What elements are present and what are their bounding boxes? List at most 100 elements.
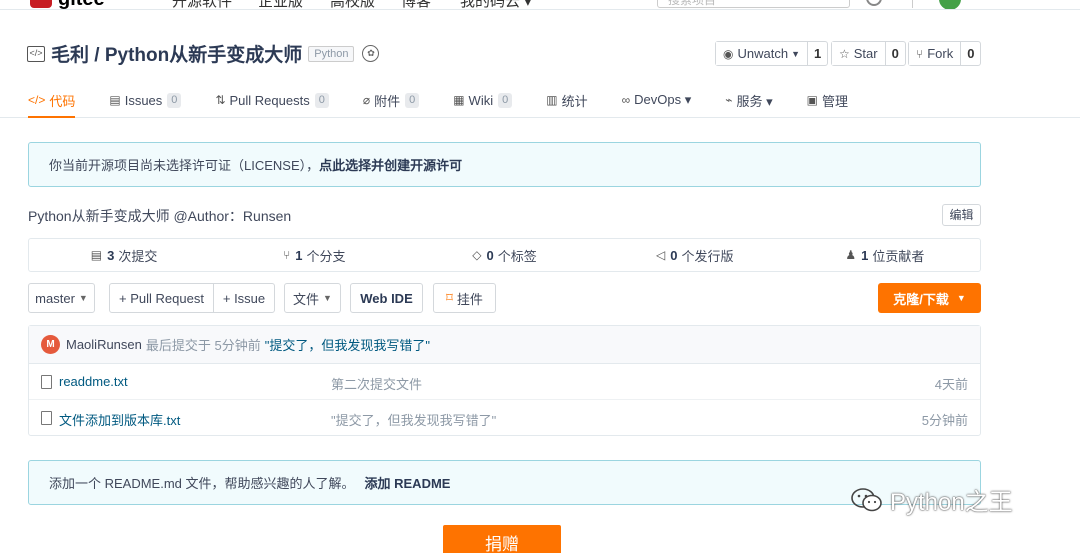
- watermark: Python之王: [850, 482, 1013, 517]
- tab-stats[interactable]: ▥ 统计: [546, 82, 587, 118]
- manage-icon: ▣: [806, 93, 818, 107]
- license-notice-text: 你当前开源项目尚未选择许可证（LICENSE），: [49, 158, 320, 173]
- contributors-count: 1: [861, 247, 869, 263]
- nav-item-my-gitee[interactable]: 我的码云 ▾: [460, 0, 532, 9]
- file-commit-message[interactable]: "提交了，但我发现我写错了": [331, 410, 496, 429]
- code-repo-icon: </>: [27, 45, 45, 62]
- star-label: Star: [853, 46, 878, 61]
- file-menu-button[interactable]: 文件 ▼: [284, 283, 341, 313]
- new-pull-request-button[interactable]: + Pull Request: [109, 283, 214, 313]
- nav-item-blog[interactable]: 博客: [401, 0, 431, 9]
- tab-count-badge: 0: [314, 92, 329, 108]
- star-icon: ☆: [839, 46, 850, 61]
- fork-button[interactable]: ⑂ Fork: [909, 42, 962, 65]
- branches-stat[interactable]: ⑂ 1 个分支: [219, 239, 409, 271]
- repo-stats-bar: ▤ 3 次提交 ⑂ 1 个分支 ◇ 0 个标签 ◁ 0 个发行版 ♟ 1 位贡献…: [28, 238, 981, 272]
- release-icon: ◁: [655, 248, 666, 262]
- latest-commit-row: M MaoliRunsen 最后提交于 5分钟前 "提交了，但我发现我写错了": [29, 326, 980, 364]
- unwatch-label: Unwatch: [737, 46, 789, 61]
- commits-stat[interactable]: ▤ 3 次提交: [29, 239, 219, 271]
- tab-services[interactable]: ⌁ 服务 ▾: [725, 82, 772, 118]
- fork-count[interactable]: 0: [961, 42, 980, 65]
- star-count[interactable]: 0: [886, 42, 905, 65]
- branch-select-label: master: [35, 290, 75, 306]
- tab-wiki[interactable]: ▦ Wiki 0: [453, 82, 513, 118]
- repo-name[interactable]: 毛利 / Python从新手变成大师: [51, 40, 302, 67]
- fork-label: Fork: [927, 46, 954, 61]
- issues-icon: ▤: [109, 93, 121, 107]
- bell-icon[interactable]: [866, 0, 882, 6]
- chevron-down-icon: ▼: [791, 48, 800, 59]
- tab-label: Pull Requests: [229, 92, 310, 108]
- file-name-link[interactable]: readdme.txt: [59, 374, 128, 389]
- gitee-logo-text[interactable]: gitee: [58, 0, 105, 9]
- contributors-stat[interactable]: ♟ 1 位贡献者: [790, 239, 980, 271]
- tab-manage[interactable]: ▣ 管理: [807, 82, 848, 118]
- tab-pull-requests[interactable]: ⇅ Pull Requests 0: [215, 82, 329, 118]
- language-badge[interactable]: Python: [308, 45, 355, 62]
- releases-stat[interactable]: ◁ 0 个发行版: [600, 239, 790, 271]
- pull-request-icon: ⇅: [215, 93, 226, 107]
- donate-button[interactable]: 捐赠: [443, 525, 561, 553]
- repo-tabs: </> 代码 ▤ Issues 0 ⇅ Pull Requests 0 ⌀ 附件…: [28, 82, 882, 118]
- unwatch-button[interactable]: ◉ Unwatch ▼: [716, 42, 808, 65]
- nav-item-education[interactable]: 高校版: [330, 0, 375, 9]
- fork-button-group: ⑂ Fork 0: [908, 41, 982, 66]
- readme-notice: 添加一个 README.md 文件，帮助感兴趣的人了解。 添加 README: [28, 460, 981, 505]
- watch-count[interactable]: 1: [808, 42, 827, 65]
- file-name-link[interactable]: 文件添加到版本库.txt: [59, 410, 180, 429]
- tag-icon: ◇: [472, 248, 482, 262]
- tab-label: 统计: [561, 93, 588, 109]
- chevron-down-icon: ▼: [78, 293, 88, 303]
- widget-button[interactable]: ⌑ 挂件: [433, 283, 496, 313]
- wechat-icon: [851, 487, 882, 511]
- add-readme-link[interactable]: 添加 README: [365, 473, 451, 492]
- web-ide-button[interactable]: Web IDE: [350, 283, 423, 313]
- file-icon: [41, 411, 52, 425]
- commit-message[interactable]: "提交了，但我发现我写错了": [265, 335, 430, 354]
- list-item: 文件添加到版本库.txt "提交了，但我发现我写错了" 5分钟前: [29, 400, 980, 436]
- tab-devops[interactable]: ∞ DevOps ▾: [622, 82, 692, 118]
- file-commit-message[interactable]: 第二次提交文件: [331, 374, 422, 393]
- tab-label: 代码: [49, 93, 76, 109]
- tab-attachments[interactable]: ⌀ 附件 0: [363, 82, 420, 118]
- file-commit-time: 4天前: [934, 377, 968, 392]
- commit-icon: ▤: [90, 248, 103, 262]
- tab-issues[interactable]: ▤ Issues 0: [109, 82, 182, 118]
- star-button[interactable]: ☆ Star: [832, 42, 886, 65]
- infinity-icon: ∞: [621, 93, 631, 107]
- branches-count: 1: [295, 247, 303, 263]
- new-issue-button[interactable]: + Issue: [213, 283, 275, 313]
- create-license-link[interactable]: 点此选择并创建开源许可: [319, 155, 462, 174]
- recommend-badge-icon[interactable]: ✿: [362, 45, 380, 62]
- branch-select[interactable]: master ▼: [28, 283, 95, 313]
- search-input[interactable]: 搜索项目: [657, 0, 850, 8]
- tab-label: 管理: [821, 93, 848, 109]
- avatar[interactable]: M: [41, 335, 60, 354]
- pulse-icon: ⌁: [725, 93, 733, 107]
- tab-code[interactable]: </> 代码: [28, 82, 76, 118]
- file-menu-label: 文件: [293, 291, 320, 307]
- tab-label: 服务 ▾: [736, 93, 773, 109]
- watermark-text: Python之王: [890, 489, 1013, 516]
- gitee-logo-icon[interactable]: [30, 0, 52, 8]
- search-placeholder: 搜索项目: [668, 0, 717, 7]
- wiki-icon: ▦: [453, 93, 465, 107]
- clone-download-label: 克隆/下载: [893, 291, 949, 307]
- clone-download-button[interactable]: 克隆/下载 ▼: [878, 283, 981, 313]
- tab-label: DevOps ▾: [634, 92, 692, 107]
- top-navbar: gitee 开源软件 企业版 高校版 博客 我的码云 ▾ 搜索项目: [0, 0, 1080, 10]
- repo-header: </> 毛利 / Python从新手变成大师 Python ✿ ◉ Unwatc…: [0, 10, 1080, 118]
- nav-item-opensource[interactable]: 开源软件: [172, 0, 232, 9]
- edit-description-button[interactable]: 编辑: [942, 204, 981, 226]
- user-avatar[interactable]: [939, 0, 961, 9]
- tab-label: Issues: [124, 92, 163, 108]
- commit-author[interactable]: MaoliRunsen: [66, 337, 142, 352]
- commit-meta: 最后提交于 5分钟前: [145, 338, 261, 353]
- code-icon: </>: [28, 93, 46, 107]
- tags-stat[interactable]: ◇ 0 个标签: [409, 239, 599, 271]
- contributors-label: 位贡献者: [872, 248, 925, 264]
- divider: [912, 0, 913, 8]
- tags-label: 个标签: [497, 248, 537, 264]
- nav-item-enterprise[interactable]: 企业版: [258, 0, 303, 9]
